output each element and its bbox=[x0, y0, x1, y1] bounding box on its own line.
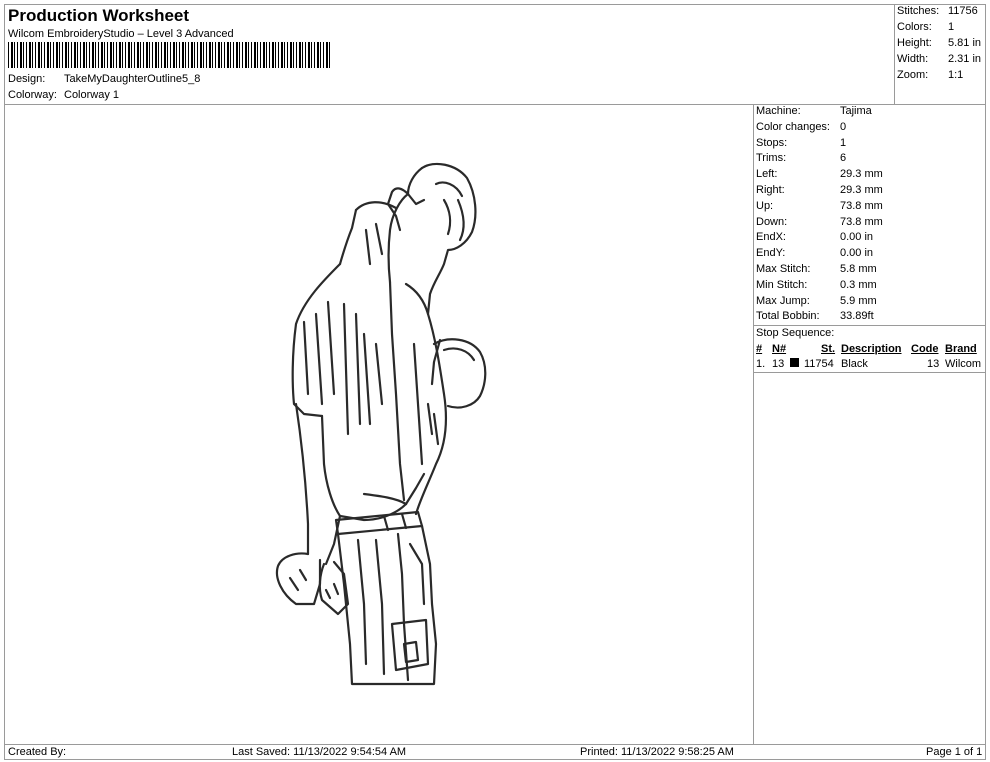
seq-stitches: 11754 bbox=[804, 358, 834, 370]
stat-row: Min Stitch: 0.3 mm bbox=[756, 279, 986, 295]
footer-printed: Printed: 11/13/2022 9:58:25 AM bbox=[580, 746, 734, 758]
seq-description: Black bbox=[841, 358, 868, 370]
stat-label: Machine: bbox=[756, 105, 801, 117]
height-value: 5.81 in bbox=[948, 37, 982, 49]
height-label: Height: bbox=[897, 37, 932, 49]
stat-label: Min Stitch: bbox=[756, 278, 808, 291]
stat-value: 29.3 mm bbox=[840, 183, 883, 196]
width-value: 2.31 in bbox=[948, 53, 982, 65]
seq-header-description: Description bbox=[841, 343, 902, 355]
stat-value: 33.89ft bbox=[840, 310, 874, 323]
barcode-image bbox=[8, 42, 330, 68]
stat-value: Tajima bbox=[840, 105, 872, 117]
stat-label: Total Bobbin: bbox=[756, 310, 820, 323]
stat-row: EndY: 0.00 in bbox=[756, 247, 986, 263]
seq-num: 1. bbox=[756, 358, 766, 370]
stat-value: 1 bbox=[840, 136, 847, 149]
seq-header-needle: N# bbox=[772, 343, 787, 355]
stat-value: 0.3 mm bbox=[840, 278, 877, 291]
seq-header-num: # bbox=[756, 343, 763, 355]
stat-value: 29.3 mm bbox=[840, 168, 883, 181]
seq-header-code: Code bbox=[911, 343, 939, 355]
stat-row: Total Bobbin: 33.89ft bbox=[756, 310, 986, 326]
colors-label: Colors: bbox=[897, 21, 932, 33]
sequence-divider bbox=[753, 372, 986, 373]
colors-value: 1 bbox=[948, 21, 955, 33]
colorway-label: Colorway: bbox=[8, 89, 57, 101]
color-swatch bbox=[790, 358, 799, 367]
stat-value: 73.8 mm bbox=[840, 199, 883, 212]
stat-row: Down: 73.8 mm bbox=[756, 216, 986, 232]
stat-label: Max Stitch: bbox=[756, 262, 811, 275]
software-name: Wilcom EmbroideryStudio – Level 3 Advanc… bbox=[8, 28, 234, 40]
stat-label: Stops: bbox=[756, 136, 788, 149]
stat-row: Right: 29.3 mm bbox=[756, 184, 986, 200]
stat-label: Down: bbox=[756, 215, 788, 228]
stitches-label: Stitches: bbox=[897, 5, 940, 17]
stat-label: Color changes: bbox=[756, 120, 830, 133]
design-value: TakeMyDaughterOutline5_8 bbox=[64, 73, 201, 85]
stat-label: EndY: bbox=[756, 247, 786, 260]
stat-value: 6 bbox=[840, 152, 847, 165]
stat-value: 0.00 in bbox=[840, 247, 874, 260]
seq-header-stitches: St. bbox=[821, 343, 836, 355]
footer-panel bbox=[4, 744, 986, 760]
stat-label: Up: bbox=[756, 199, 774, 212]
embroidery-design-outline bbox=[275, 162, 487, 686]
stat-label: Max Jump: bbox=[756, 294, 810, 307]
stat-row: EndX: 0.00 in bbox=[756, 231, 986, 247]
zoom-label: Zoom: bbox=[897, 69, 929, 81]
stitches-value: 11756 bbox=[948, 5, 978, 17]
seq-code: 13 bbox=[927, 358, 940, 370]
stat-value: 0 bbox=[840, 120, 847, 133]
stat-label: Right: bbox=[756, 183, 785, 196]
footer-last-saved: Last Saved: 11/13/2022 9:54:54 AM bbox=[232, 746, 407, 758]
stat-value: 5.9 mm bbox=[840, 294, 877, 307]
stat-label: Trims: bbox=[756, 152, 787, 165]
stat-row: Max Jump: 5.9 mm bbox=[756, 295, 986, 311]
machine-stats: Machine: Tajima Color changes: 0 Stops: 1 T… bbox=[756, 105, 986, 326]
stat-value: 5.8 mm bbox=[840, 262, 877, 275]
footer-created-by: Created By: bbox=[8, 746, 67, 758]
colorway-value: Colorway 1 bbox=[64, 89, 120, 101]
stat-row: Color changes: 0 bbox=[756, 121, 986, 137]
stop-sequence-title: Stop Sequence: bbox=[756, 327, 835, 339]
stat-label: Left: bbox=[756, 168, 778, 181]
design-label: Design: bbox=[8, 73, 46, 85]
page-title: Production Worksheet bbox=[8, 6, 190, 25]
stat-row: Up: 73.8 mm bbox=[756, 200, 986, 216]
stat-row: Stops: 1 bbox=[756, 137, 986, 153]
stat-row: Trims: 6 bbox=[756, 152, 986, 168]
seq-needle: 13 bbox=[772, 358, 785, 370]
stat-label: EndX: bbox=[756, 231, 786, 244]
stat-row: Max Stitch: 5.8 mm bbox=[756, 263, 986, 279]
stat-value: 73.8 mm bbox=[840, 215, 883, 228]
seq-brand: Wilcom bbox=[945, 358, 982, 370]
footer-page: Page 1 of 1 bbox=[926, 746, 983, 758]
width-label: Width: bbox=[897, 53, 929, 65]
seq-header-brand: Brand bbox=[945, 343, 977, 355]
stat-row: Left: 29.3 mm bbox=[756, 168, 986, 184]
stat-row: Machine: Tajima bbox=[756, 105, 986, 121]
stat-value: 0.00 in bbox=[840, 231, 874, 244]
zoom-value: 1:1 bbox=[948, 69, 964, 81]
